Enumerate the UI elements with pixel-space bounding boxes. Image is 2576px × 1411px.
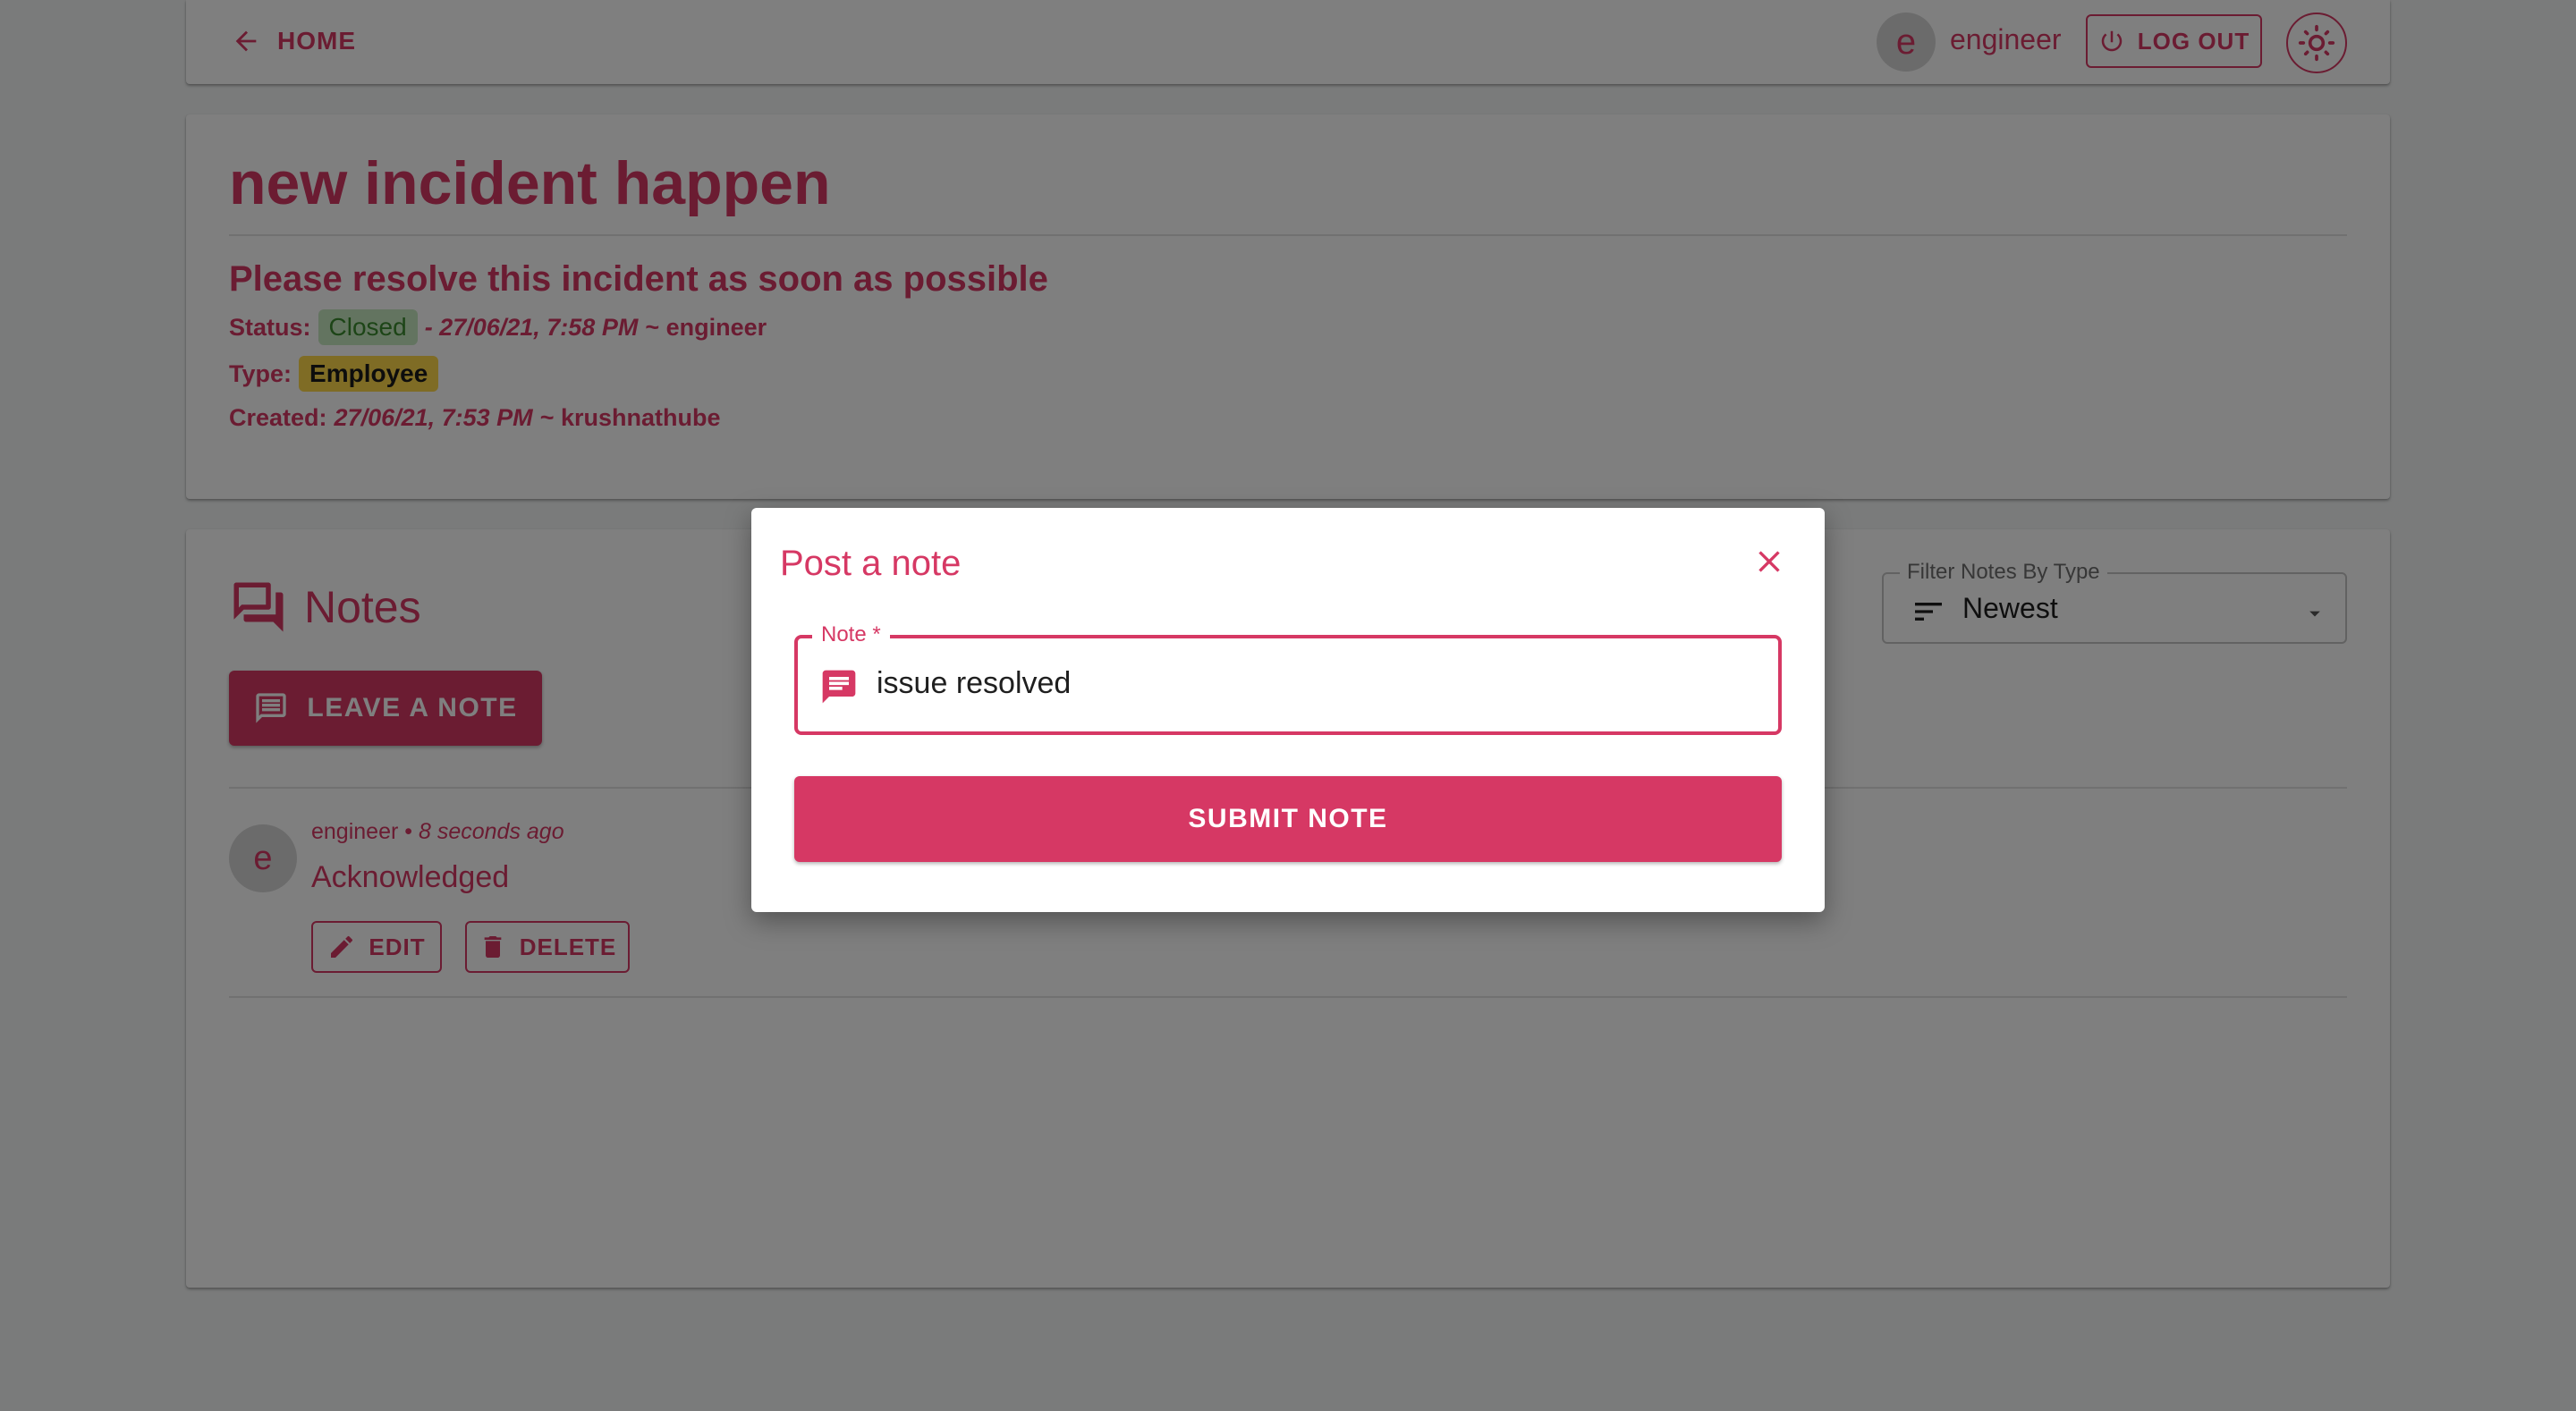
close-icon[interactable] [1751, 544, 1787, 579]
dialog-title: Post a note [780, 544, 962, 583]
submit-note-button[interactable]: SUBMIT NOTE [794, 776, 1782, 862]
submit-label: SUBMIT NOTE [1188, 804, 1388, 833]
note-field-label: Note * [812, 622, 890, 647]
note-input[interactable] [877, 662, 1753, 705]
post-note-dialog: Post a note Note * SUBMIT NOTE [751, 508, 1825, 912]
message-icon [822, 670, 856, 704]
